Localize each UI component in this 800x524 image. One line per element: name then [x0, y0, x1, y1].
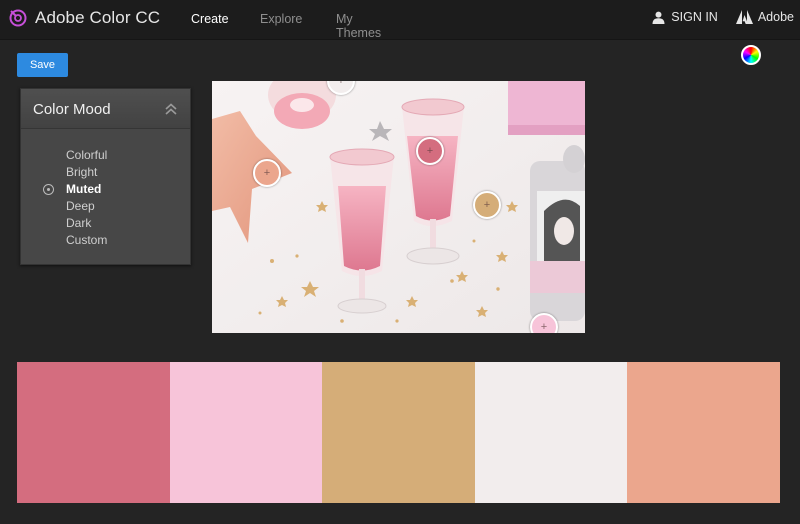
adobe-color-logo-icon	[9, 9, 27, 27]
adobe-link[interactable]: Adobe	[735, 10, 794, 24]
color-picker-handle[interactable]	[473, 191, 501, 219]
sign-in-link[interactable]: SIGN IN	[652, 10, 718, 24]
save-button[interactable]: Save	[17, 53, 68, 77]
color-picker-handle[interactable]	[530, 313, 558, 333]
color-wheel-icon[interactable]	[741, 45, 761, 65]
chevron-up-double-icon[interactable]	[164, 102, 178, 116]
mood-option-label: Muted	[66, 182, 102, 196]
color-mood-panel: Color Mood Colorful Bright Muted Deep Da…	[20, 88, 191, 265]
swatch-4[interactable]	[474, 362, 628, 503]
app-logo[interactable]: Adobe Color CC	[8, 8, 160, 28]
color-picker-handle[interactable]	[327, 81, 355, 95]
account-nav: SIGN IN Adobe	[652, 10, 794, 24]
mood-option-custom[interactable]: Custom	[21, 232, 190, 249]
mood-option-colorful[interactable]: Colorful	[21, 147, 190, 164]
color-theme-swatches	[17, 362, 780, 503]
user-icon	[652, 11, 665, 24]
source-photo[interactable]	[212, 81, 585, 333]
mood-option-deep[interactable]: Deep	[21, 198, 190, 215]
swatch-1[interactable]	[17, 362, 170, 503]
nav-my-themes[interactable]: My Themes	[336, 12, 381, 40]
champagne-photo-image	[212, 81, 585, 333]
nav-explore[interactable]: Explore	[260, 12, 302, 26]
swatch-3[interactable]	[322, 362, 475, 503]
color-picker-handle[interactable]	[253, 159, 281, 187]
color-mood-title: Color Mood	[33, 101, 111, 118]
swatch-5[interactable]	[627, 362, 780, 503]
adobe-logo-icon	[735, 10, 753, 24]
mood-option-bright[interactable]: Bright	[21, 164, 190, 181]
nav-create[interactable]: Create	[191, 12, 229, 26]
swatch-2[interactable]	[169, 362, 323, 503]
mood-option-dark[interactable]: Dark	[21, 215, 190, 232]
sign-in-label: SIGN IN	[671, 10, 718, 24]
app-title: Adobe Color CC	[35, 8, 161, 27]
mood-option-muted[interactable]: Muted	[21, 181, 190, 198]
top-bar: Adobe Color CC Create Explore My Themes …	[0, 0, 800, 40]
color-mood-header[interactable]: Color Mood	[21, 89, 190, 129]
color-mood-options: Colorful Bright Muted Deep Dark Custom	[21, 147, 190, 249]
selected-radio-icon	[43, 184, 54, 195]
adobe-label: Adobe	[757, 10, 794, 24]
color-picker-handle[interactable]	[416, 137, 444, 165]
